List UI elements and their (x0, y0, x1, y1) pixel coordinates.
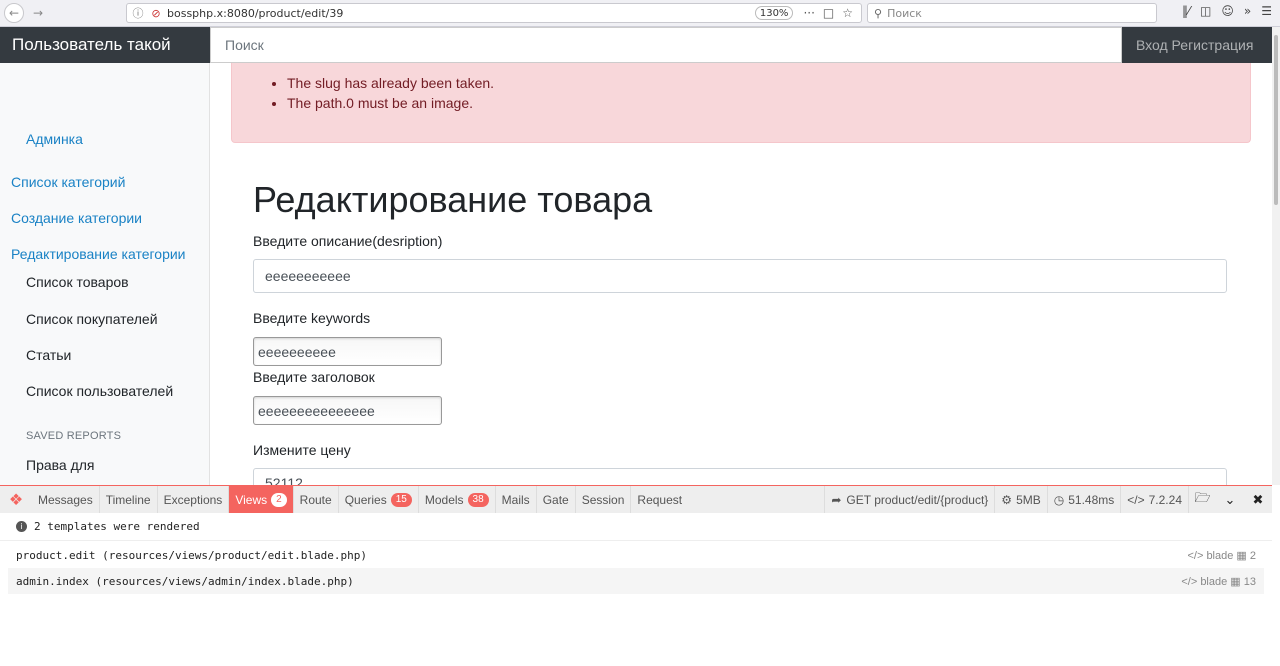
bookmark-star-icon[interactable]: ☆ (842, 6, 853, 20)
price-input[interactable]: 52112 (253, 468, 1227, 485)
sidebar-item-edit-category[interactable]: Редактирование категории (11, 246, 186, 262)
hamburger-menu-icon[interactable]: ☰ (1261, 4, 1272, 18)
main-content: The slug has already been taken. The pat… (211, 63, 1272, 485)
debugbar: ❖ Messages Timeline Exceptions Views 2 Ro… (0, 485, 1272, 513)
minimize-chevron-icon[interactable]: ⌄ (1216, 486, 1244, 513)
page-title: Редактирование товара (253, 179, 653, 220)
php-version-indicator: </> 7.2.24 (1120, 486, 1188, 513)
close-icon[interactable]: ✖ (1244, 486, 1272, 513)
laravel-logo-icon[interactable]: ❖ (0, 486, 32, 513)
debug-tab-mails[interactable]: Mails (496, 486, 537, 513)
route-indicator: ➦ GET product/edit/{product} (824, 486, 994, 513)
clock-icon: ◷ (1053, 492, 1065, 507)
description-input[interactable]: eeeeeeeeeee (253, 259, 1227, 293)
folder-open-icon[interactable]: 🗁 (1188, 486, 1216, 513)
brand-title[interactable]: Пользователь такой (0, 27, 210, 63)
description-label: Введите описание(desription) (253, 233, 443, 249)
back-icon[interactable]: ← (4, 3, 24, 23)
models-count-badge: 38 (467, 492, 489, 507)
sidebar-item-customer-list[interactable]: Список покупателей (26, 311, 158, 327)
site-search-input[interactable]: Поиск (210, 27, 1122, 63)
code-icon: </> (1127, 492, 1145, 507)
library-icon[interactable]: ‖⁄ (1182, 4, 1190, 18)
account-icon[interactable]: ☺ (1221, 4, 1234, 18)
time-indicator: ◷ 51.48ms (1046, 486, 1121, 513)
sidebar-item-category-list[interactable]: Список категорий (11, 174, 125, 190)
auth-links[interactable]: Вход Регистрация (1122, 27, 1272, 63)
debug-tab-messages[interactable]: Messages (32, 486, 100, 513)
sidebar-toggle-icon[interactable]: ◫ (1200, 4, 1211, 18)
share-icon: ➦ (831, 492, 842, 507)
heading-label: Введите заголовок (253, 369, 375, 385)
template-row: product.edit (resources/views/product/ed… (8, 542, 1264, 568)
template-meta: </> blade ▦ 2 (1187, 549, 1256, 562)
zoom-indicator[interactable]: 130% (754, 6, 794, 20)
debug-tab-session[interactable]: Session (576, 486, 632, 513)
sidebar-item-create-category[interactable]: Создание категории (11, 210, 142, 226)
sidebar: Админка Список категорий Создание катего… (0, 63, 210, 485)
forward-icon[interactable]: → (28, 3, 48, 23)
search-icon: ⚲ (874, 6, 883, 20)
browser-tools: ‖⁄ ◫ ☺ » ☰ (1182, 4, 1272, 18)
heading-input[interactable]: eeeeeeeeeeeeeee (253, 396, 442, 425)
template-row: admin.index (resources/views/admin/index… (8, 568, 1264, 594)
status-text: 2 templates were rendered (34, 520, 200, 533)
template-name: product.edit (resources/views/product/ed… (16, 548, 367, 562)
info-circle-icon: i (16, 521, 27, 532)
debug-tab-gate[interactable]: Gate (537, 486, 576, 513)
debug-tab-route[interactable]: Route (294, 486, 339, 513)
keywords-input[interactable]: eeeeeeeeee (253, 337, 442, 366)
address-bar[interactable]: ⓘ ⊘ bossphp.x:8080/product/edit/39 130% … (126, 3, 862, 23)
memory-indicator: ⚙ 5MB (994, 486, 1046, 513)
debug-tab-queries[interactable]: Queries 15 (339, 486, 419, 513)
debug-tab-request[interactable]: Request (631, 486, 688, 513)
pocket-icon[interactable]: □ (823, 6, 834, 20)
sidebar-item-admin[interactable]: Админка (26, 131, 83, 147)
sidebar-item-product-list[interactable]: Список товаров (26, 274, 129, 290)
app-navbar: Пользователь такой Поиск Вход Регистраци… (0, 27, 1272, 63)
error-message: The slug has already been taken. (287, 75, 1250, 91)
template-meta: </> blade ▦ 13 (1181, 575, 1256, 588)
url-text[interactable]: bossphp.x:8080/product/edit/39 (167, 7, 755, 20)
saved-reports-heading: SAVED REPORTS (26, 430, 122, 442)
views-count-badge: 2 (271, 492, 287, 507)
debug-tab-timeline[interactable]: Timeline (100, 486, 158, 513)
cogs-icon: ⚙ (1001, 492, 1013, 507)
insecure-lock-icon[interactable]: ⊘ (149, 7, 163, 20)
overflow-menu-icon[interactable]: » (1244, 4, 1251, 18)
keywords-label: Введите keywords (253, 310, 371, 326)
info-icon[interactable]: ⓘ (131, 5, 145, 21)
debug-tab-exceptions[interactable]: Exceptions (158, 486, 230, 513)
browser-search-placeholder: Поиск (887, 6, 922, 20)
page-scrollbar[interactable] (1272, 27, 1280, 485)
error-message: The path.0 must be an image. (287, 95, 1250, 111)
error-alert: The slug has already been taken. The pat… (231, 63, 1251, 143)
browser-toolbar: ← → ⓘ ⊘ bossphp.x:8080/product/edit/39 1… (0, 0, 1280, 27)
debug-tab-models[interactable]: Models 38 (419, 486, 496, 513)
sidebar-item-user-list[interactable]: Список пользователей (26, 383, 173, 399)
scrollbar-thumb[interactable] (1274, 35, 1278, 205)
browser-search-input[interactable]: ⚲ Поиск (867, 3, 1157, 23)
views-status: i 2 templates were rendered (0, 513, 1272, 541)
debug-tab-views[interactable]: Views 2 (229, 486, 294, 513)
template-name: admin.index (resources/views/admin/index… (16, 574, 354, 588)
page-actions-icon[interactable]: ··· (803, 6, 814, 20)
price-label: Измените цену (253, 442, 351, 458)
queries-count-badge: 15 (390, 492, 412, 507)
sidebar-item-rights[interactable]: Права для (26, 457, 95, 473)
sidebar-item-articles[interactable]: Статьи (26, 347, 71, 363)
views-panel: i 2 templates were rendered product.edit… (0, 513, 1272, 666)
